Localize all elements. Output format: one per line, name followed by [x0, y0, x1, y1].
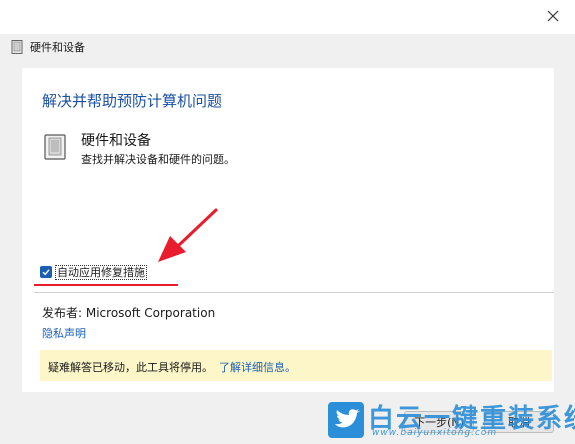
auto-fix-label[interactable]: 自动应用修复措施	[55, 264, 147, 280]
content-panel: 解决并帮助预防计算机问题 硬件和设备 查找并解决设备和硬件的问题。 自动应用修复…	[22, 68, 554, 392]
title-bar	[0, 0, 575, 34]
page-title: 解决并帮助预防计算机问题	[42, 92, 223, 110]
close-button[interactable]	[531, 0, 575, 32]
check-icon	[42, 269, 50, 276]
notice-text: 疑难解答已移动，此工具将停用。	[48, 361, 213, 374]
annotation-underline	[34, 284, 178, 286]
cancel-button[interactable]: 取消	[484, 411, 554, 433]
publisher-info: 发布者: Microsoft Corporation	[42, 306, 216, 320]
divider	[34, 292, 554, 293]
next-button[interactable]: 下一步(N)	[404, 411, 474, 433]
auto-fix-checkbox[interactable]	[40, 266, 52, 278]
bird-icon	[328, 402, 364, 438]
troubleshooter-title[interactable]: 硬件和设备	[81, 130, 151, 150]
troubleshooter-description: 查找并解决设备和硬件的问题。	[81, 153, 235, 166]
privacy-statement-link[interactable]: 隐私声明	[42, 325, 86, 341]
auto-fix-option[interactable]: 自动应用修复措施	[40, 264, 147, 280]
close-icon	[547, 10, 559, 22]
hardware-device-icon	[11, 40, 23, 54]
hardware-device-icon	[44, 134, 66, 160]
learn-more-link[interactable]: 了解详细信息。	[219, 361, 296, 374]
deprecation-notice: 疑难解答已移动，此工具将停用。 了解详细信息。	[40, 350, 552, 381]
window-title: 硬件和设备	[30, 41, 85, 54]
